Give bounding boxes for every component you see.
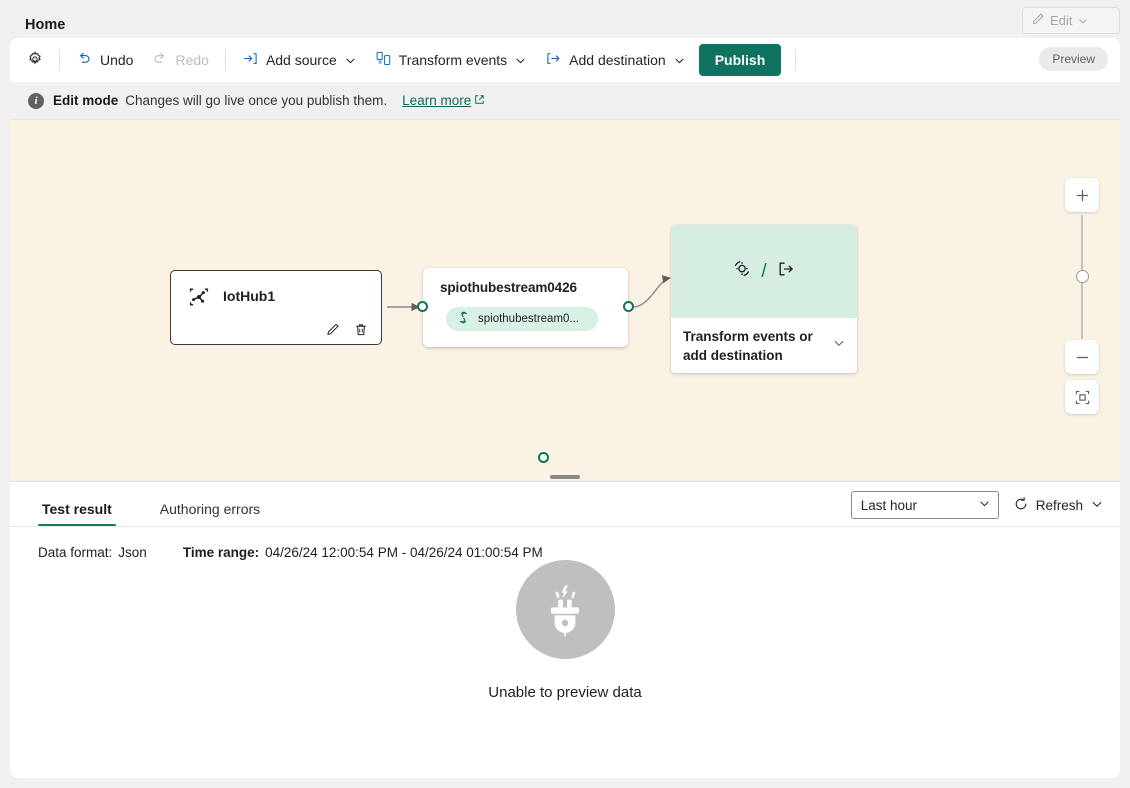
infobar-message: Changes will go live once you publish th… [125,93,388,108]
publish-button[interactable]: Publish [698,44,782,76]
node-eventstream-title: spiothubestream0426 [440,280,577,295]
eventstream-pill[interactable]: spiothubestream0... [446,307,598,331]
iot-hub-icon [187,285,211,314]
refresh-label: Refresh [1035,497,1083,513]
time-range-select-value: Last hour [860,497,918,513]
time-range-value: 04/26/24 12:00:54 PM - 04/26/24 01:00:54… [265,545,543,560]
add-destination-button[interactable]: Add destination [536,44,695,76]
pencil-icon [1031,12,1045,29]
panel-splitter[interactable] [10,473,1120,482]
chevron-down-icon[interactable] [1090,497,1104,514]
node-eventstream-input-port[interactable] [417,301,428,312]
chevron-down-icon[interactable] [832,336,846,355]
node-dest-label: Transform events or add destination [683,328,813,363]
add-destination-icon [545,50,562,70]
node-actions [325,322,369,338]
undo-label: Undo [100,52,134,68]
external-link-icon [474,93,485,108]
data-format-label: Data format: [38,545,113,560]
tab-test-result[interactable]: Test result [38,501,116,526]
bottom-panel: Test result Authoring errors Last hour R… [10,482,1120,778]
tab-test-result-label: Test result [42,501,112,517]
fit-to-screen-button[interactable] [1065,380,1099,414]
learn-more-label: Learn more [402,93,472,108]
publish-label: Publish [714,52,766,68]
transform-events-icon [375,50,392,70]
node-add-destination-placeholder[interactable]: / Transform events or add destination [671,225,857,373]
tab-home-label: Home [25,17,66,33]
node-dest-icons: / [671,225,857,318]
infobar-title: Edit mode [53,93,119,108]
command-bar: Undo Redo Add source Transform events Ad… [10,38,1120,82]
separator [795,49,797,71]
chevron-down-icon [673,54,686,67]
tab-authoring-errors[interactable]: Authoring errors [156,501,264,526]
add-destination-label: Add destination [569,52,666,68]
transform-events-label: Transform events [398,52,508,68]
panel-tools: Last hour Refresh [850,491,1106,519]
chevron-down-icon [978,497,991,513]
zoom-controls [1065,178,1099,414]
separator [224,49,226,71]
edit-button[interactable]: Edit [1022,7,1120,34]
node-iothub1-output-port[interactable] [538,452,549,463]
gear-icon [26,50,44,71]
plug-icon [515,560,615,659]
tab-strip: Home Edit [0,0,1130,40]
node-dest-footer[interactable]: Transform events or add destination [671,318,857,373]
node-eventstream[interactable]: spiothubestream0426 spiothubestream0... [417,268,634,347]
tab-home[interactable]: Home [21,17,70,40]
transform-events-button[interactable]: Transform events [366,44,536,76]
eventstream-pill-label: spiothubestream0... [478,313,580,325]
preview-badge: Preview [1039,47,1108,71]
redo-label: Redo [175,52,209,68]
slash-separator: / [761,260,767,282]
edit-icon[interactable] [325,322,341,338]
add-source-label: Add source [265,52,337,68]
result-meta: Data format: Json Time range: 04/26/24 1… [10,527,1120,560]
redo-button[interactable]: Redo [142,44,217,76]
undo-button[interactable]: Undo [67,44,142,76]
time-range-label: Time range: [182,545,260,560]
empty-state: Unable to preview data [10,560,1120,701]
time-range-select[interactable]: Last hour [850,491,999,519]
chevron-down-icon [1077,15,1089,27]
add-source-button[interactable]: Add source [233,44,366,76]
refresh-icon [1013,496,1029,515]
refresh-button[interactable]: Refresh [1011,496,1106,515]
eventstream-canvas[interactable]: IotHub1 spiothubestream0426 spiothubestr… [10,120,1120,473]
settings-button[interactable] [18,44,52,76]
delete-icon[interactable] [353,322,369,338]
chevron-down-icon [344,54,357,67]
undo-icon [76,50,93,70]
learn-more-link[interactable]: Learn more [402,93,485,108]
destination-icon [775,258,797,285]
preview-badge-label: Preview [1052,52,1095,66]
splitter-grip[interactable] [550,474,580,479]
zoom-slider-thumb[interactable] [1076,270,1089,283]
add-source-icon [242,50,259,70]
node-iothub1[interactable]: IotHub1 [170,270,549,463]
separator [59,49,60,71]
panel-tabs: Test result Authoring errors Last hour R… [10,482,1120,527]
data-format-value: Json [118,545,147,560]
transform-icon [731,258,753,285]
eventstream-icon [456,310,471,328]
empty-state-message: Unable to preview data [488,684,642,701]
zoom-slider[interactable] [1065,212,1099,340]
redo-icon [151,50,168,70]
info-icon: i [28,92,44,109]
zoom-in-button[interactable] [1065,178,1099,212]
edit-mode-infobar: i Edit mode Changes will go live once yo… [10,82,1120,120]
zoom-out-button[interactable] [1065,340,1099,374]
node-iothub1-title: IotHub1 [223,288,276,304]
edit-button-label: Edit [1050,13,1073,28]
node-eventstream-output-port[interactable] [623,301,634,312]
tab-authoring-errors-label: Authoring errors [159,501,261,517]
chevron-down-icon [514,54,527,67]
app-window: Home Edit Undo Redo Add source Transform… [0,0,1130,788]
